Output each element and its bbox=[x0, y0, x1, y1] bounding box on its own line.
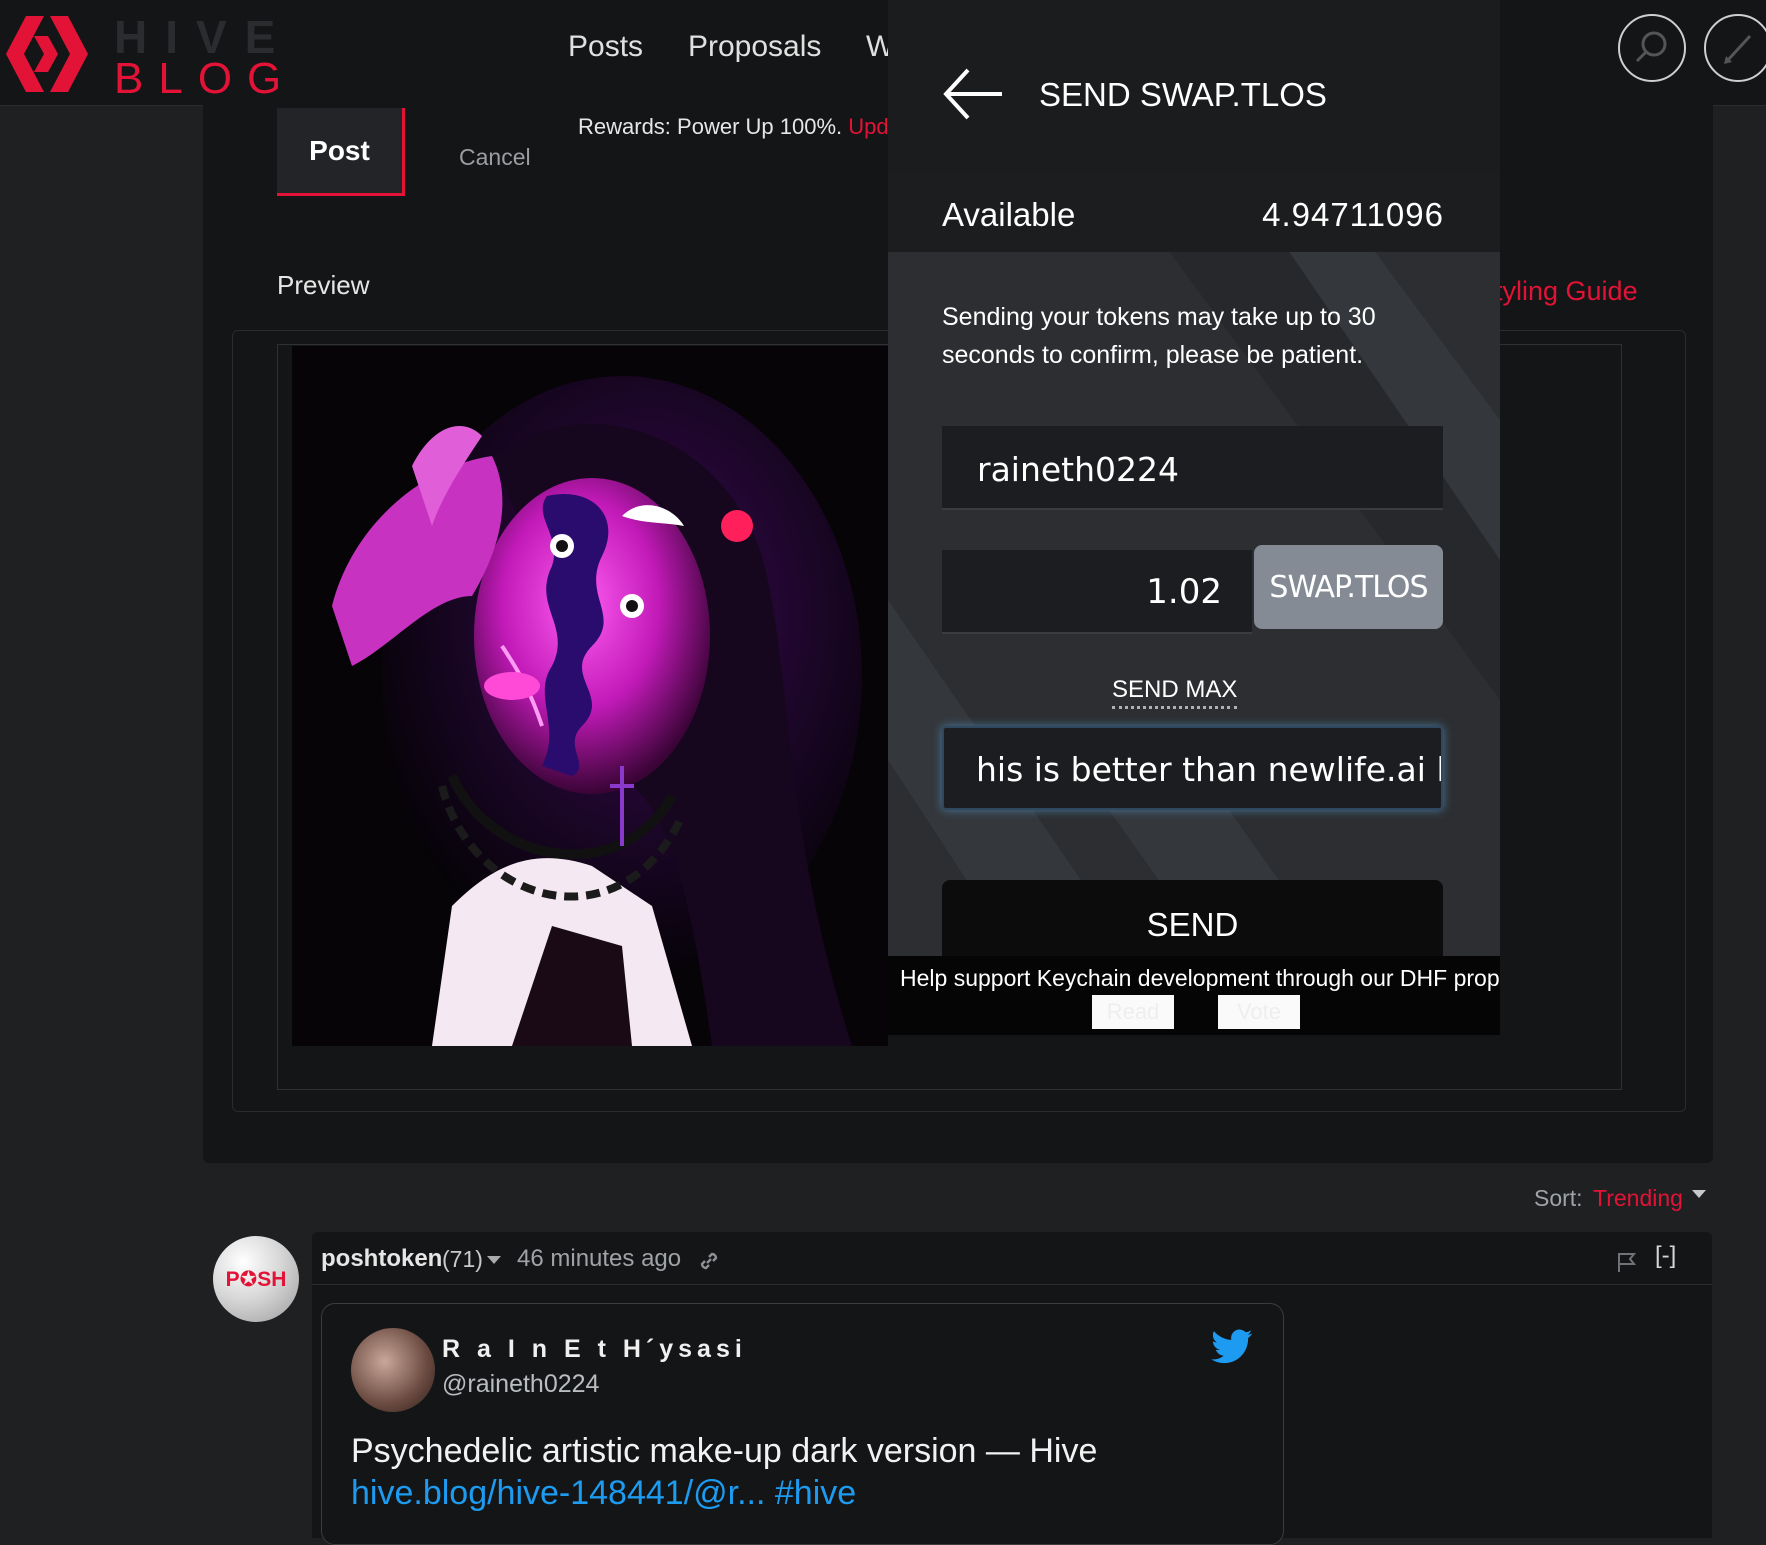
confirmation-notice: Sending your tokens may take up to 30 se… bbox=[942, 303, 1376, 369]
read-proposal-button[interactable]: Read bbox=[1092, 995, 1174, 1029]
comment-divider bbox=[312, 1284, 1712, 1285]
tweet-author-name[interactable]: R a I n E t H´ysasi bbox=[442, 1335, 747, 1364]
post-image bbox=[292, 346, 888, 1046]
nav-posts[interactable]: Posts bbox=[568, 30, 643, 64]
available-balance: 4.94711096 bbox=[1262, 196, 1444, 233]
cancel-link[interactable]: Cancel bbox=[459, 144, 531, 171]
styling-guide-link[interactable]: tyling Guide bbox=[1495, 276, 1638, 307]
hive-logo-icon[interactable] bbox=[4, 14, 96, 94]
twitter-icon[interactable] bbox=[1211, 1329, 1253, 1365]
send-max-link[interactable]: SEND MAX bbox=[1112, 676, 1238, 709]
link-icon[interactable] bbox=[696, 1248, 722, 1274]
tweet-link[interactable]: hive.blog/hive-148441/@r... #hive bbox=[351, 1474, 856, 1513]
post-button[interactable]: Post bbox=[277, 108, 405, 196]
avatar[interactable]: P✪SH bbox=[213, 1236, 299, 1322]
chevron-down-icon[interactable] bbox=[1692, 1190, 1706, 1198]
amount-input[interactable]: 1.02 bbox=[942, 550, 1252, 634]
dhf-banner-text: Help support Keychain development throug… bbox=[900, 965, 1500, 991]
currency-button[interactable]: SWAP.TLOS bbox=[1254, 545, 1443, 629]
tweet-avatar[interactable] bbox=[351, 1328, 435, 1412]
recipient-input[interactable]: raineth0224 bbox=[942, 426, 1443, 510]
sort-label: Sort: bbox=[1534, 1185, 1583, 1211]
vote-proposal-button[interactable]: Vote bbox=[1218, 995, 1300, 1029]
memo-input[interactable]: his is better than newlife.ai lol bbox=[942, 726, 1443, 810]
collapse-toggle[interactable]: [-] bbox=[1655, 1242, 1676, 1270]
sort-dropdown[interactable]: Trending bbox=[1593, 1185, 1683, 1212]
pencil-icon bbox=[1724, 34, 1752, 64]
author-reputation: (71) bbox=[442, 1246, 483, 1272]
rewards-setting: Rewards: Power Up 100%. Upda bbox=[578, 114, 901, 140]
search-icon bbox=[1635, 31, 1667, 63]
preview-label: Preview bbox=[277, 270, 370, 300]
back-arrow-icon[interactable] bbox=[940, 62, 1004, 126]
popup-title: SEND SWAP.TLOS bbox=[1039, 76, 1327, 113]
rewards-text: Rewards: Power Up 100%. bbox=[578, 114, 843, 139]
keychain-popup: SEND SWAP.TLOS Available 4.94711096 Send… bbox=[888, 0, 1500, 1035]
compose-button[interactable] bbox=[1704, 14, 1766, 82]
tweet-text: Psychedelic artistic make-up dark versio… bbox=[351, 1432, 1098, 1470]
available-label: Available bbox=[942, 196, 1076, 233]
author-menu-chevron-icon[interactable] bbox=[487, 1256, 501, 1264]
nav-proposals[interactable]: Proposals bbox=[688, 30, 821, 64]
comment-timestamp[interactable]: 46 minutes ago bbox=[517, 1245, 681, 1273]
tweet-author-handle[interactable]: @raineth0224 bbox=[442, 1370, 599, 1399]
search-button[interactable] bbox=[1618, 14, 1686, 82]
logo-blog-text: BLOG bbox=[114, 54, 297, 103]
comment-author[interactable]: poshtoken bbox=[321, 1245, 442, 1273]
flag-icon[interactable] bbox=[1616, 1250, 1638, 1274]
